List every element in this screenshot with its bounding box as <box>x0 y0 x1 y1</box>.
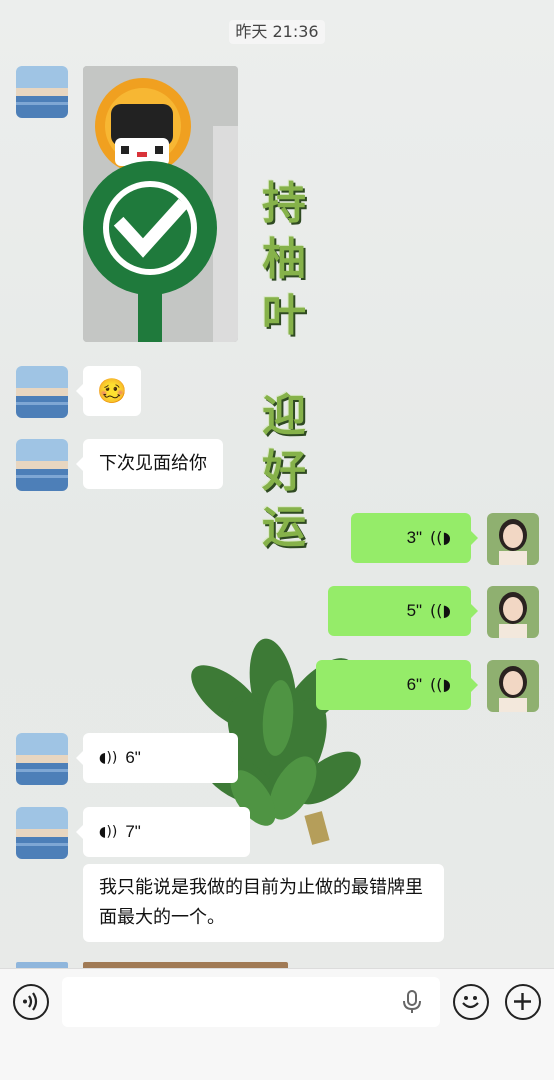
plus-icon <box>514 993 531 1010</box>
voice-duration: 6" <box>406 675 423 694</box>
contact-avatar[interactable] <box>16 439 68 491</box>
sea-avatar-image <box>16 733 68 785</box>
voice-wave-icon: ◖)) <box>430 675 451 694</box>
deco-char: 持 <box>262 178 306 229</box>
voice-wave-icon: ◖)) <box>99 824 118 840</box>
contact-avatar[interactable] <box>16 807 68 859</box>
voice-wave-icon: ◖)) <box>430 601 451 620</box>
decoration-text-2: 迎 好 运 <box>254 388 314 556</box>
bead-sign-photo <box>83 66 238 342</box>
emoji-smile-icon <box>462 996 479 1009</box>
text-message[interactable]: 下次见面给你 <box>76 439 223 489</box>
outgoing-voice-message[interactable]: 5" ◖)) <box>328 586 478 636</box>
text-message[interactable]: 我只能说是我做的目前为止做的最错牌里面最大的一个。 <box>83 864 444 942</box>
emoji-message[interactable]: 🥴 <box>76 366 141 416</box>
more-actions-button[interactable] <box>505 984 541 1020</box>
voice-mode-icon <box>23 992 38 1011</box>
voice-duration: 5" <box>406 601 423 620</box>
message-input[interactable] <box>62 977 440 1027</box>
deco-char: 运 <box>262 502 306 553</box>
outgoing-voice-message[interactable]: 3" ◖)) <box>351 513 478 563</box>
sea-avatar-image <box>16 439 68 491</box>
incoming-voice-message[interactable]: ◖)) 6" <box>76 733 238 783</box>
my-avatar[interactable] <box>487 660 539 712</box>
sea-avatar-image <box>16 807 68 859</box>
my-avatar[interactable] <box>487 513 539 565</box>
emoji-button[interactable] <box>453 984 489 1020</box>
voice-duration: 7" <box>125 822 141 841</box>
contact-avatar[interactable] <box>16 733 68 785</box>
voice-mode-button[interactable] <box>13 984 49 1020</box>
my-avatar[interactable] <box>487 586 539 638</box>
deco-char: 柚 <box>262 234 306 285</box>
girl-avatar-image <box>487 660 539 712</box>
contact-avatar[interactable] <box>16 66 68 118</box>
outgoing-voice-message[interactable]: 6" ◖)) <box>316 660 478 710</box>
girl-avatar-image <box>487 586 539 638</box>
contact-avatar[interactable] <box>16 366 68 418</box>
girl-avatar-image <box>487 513 539 565</box>
input-bar <box>0 968 554 1080</box>
sea-avatar-image <box>16 366 68 418</box>
deco-char: 叶 <box>262 290 306 341</box>
decoration-text-1: 持 柚 叶 <box>254 176 314 344</box>
deco-char: 好 <box>262 446 306 497</box>
voice-duration: 6" <box>125 748 141 767</box>
sea-avatar-image <box>16 66 68 118</box>
chat-background: 昨天 21:36 持 柚 叶 迎 好 运 🥴 下次见面给你 3" ◖)) 5" … <box>0 0 554 1080</box>
voice-wave-icon: ◖)) <box>430 528 451 547</box>
message-timestamp: 昨天 21:36 <box>229 20 325 44</box>
chat-photo[interactable] <box>83 66 238 342</box>
voice-wave-icon: ◖)) <box>99 750 118 766</box>
microphone-icon[interactable] <box>402 990 422 1014</box>
deco-char: 迎 <box>262 390 306 441</box>
incoming-voice-message[interactable]: ◖)) 7" <box>76 807 250 857</box>
voice-duration: 3" <box>406 528 423 547</box>
